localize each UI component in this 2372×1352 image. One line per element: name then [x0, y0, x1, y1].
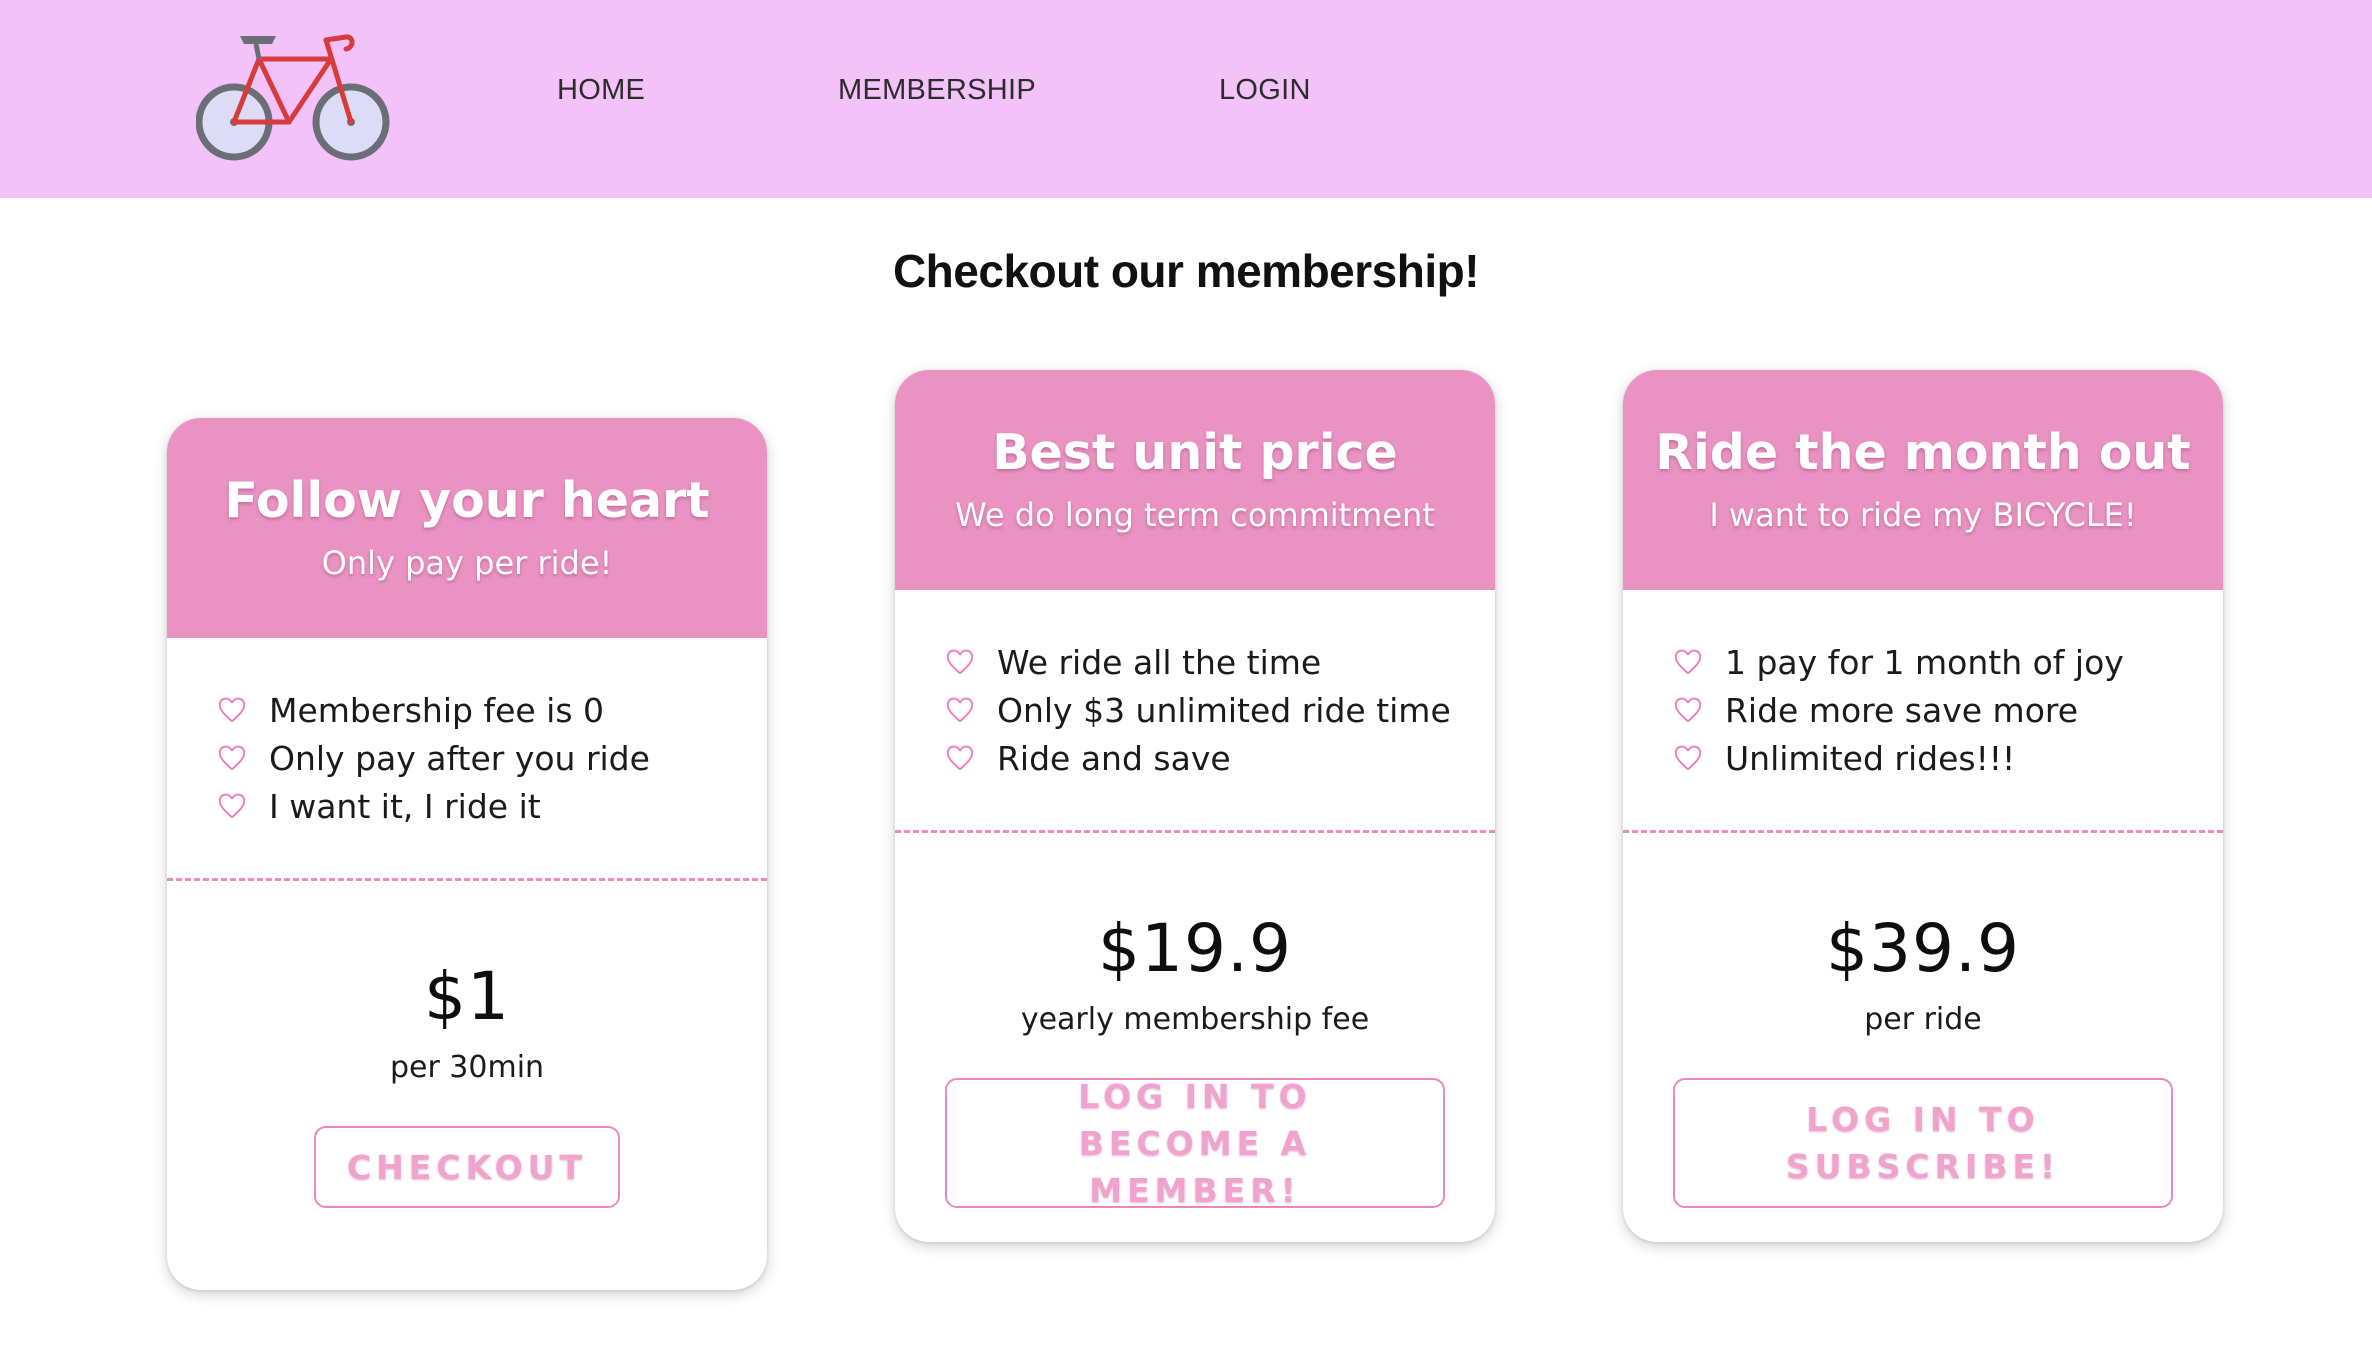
feature-text: Only pay after you ride [269, 738, 650, 778]
card-title: Ride the month out [1655, 424, 2191, 481]
price: $1 [424, 958, 510, 1035]
login-to-subscribe-button[interactable]: LOG IN TO SUBSCRIBE! [1673, 1078, 2173, 1208]
feature-list: 1 pay for 1 month of joy Ride more save … [1673, 638, 2124, 782]
card-header: Ride the month out I want to ride my BIC… [1623, 370, 2223, 590]
feature-text: I want it, I ride it [269, 786, 541, 826]
price: $19.9 [1098, 910, 1292, 987]
feature-text: Ride and save [997, 738, 1231, 778]
heart-outline-icon [946, 697, 974, 723]
heart-outline-icon [946, 649, 974, 675]
dashed-divider [167, 878, 767, 881]
card-subtitle: We do long term commitment [955, 496, 1435, 534]
feature-text: 1 pay for 1 month of joy [1725, 642, 2124, 682]
feature-item: 1 pay for 1 month of joy [1673, 638, 2124, 686]
price-unit: per ride [1864, 1002, 1982, 1037]
card-title: Best unit price [992, 424, 1398, 481]
feature-item: Only $3 unlimited ride time [945, 686, 1451, 734]
heart-outline-icon [1674, 649, 1702, 675]
price-unit: yearly membership fee [1020, 1002, 1370, 1037]
card-title: Follow your heart [224, 472, 710, 529]
feature-item: Ride and save [945, 734, 1451, 782]
feature-text: Unlimited rides!!! [1725, 738, 2016, 778]
membership-card-yearly: Best unit price We do long term commitme… [895, 370, 1495, 1242]
feature-item: We ride all the time [945, 638, 1451, 686]
price-unit: per 30min [389, 1050, 545, 1085]
card-header: Best unit price We do long term commitme… [895, 370, 1495, 590]
feature-item: Ride more save more [1673, 686, 2124, 734]
heart-outline-icon [1674, 745, 1702, 771]
nav-login-link[interactable]: LOGIN [1219, 74, 1311, 114]
navbar: HOME MEMBERSHIP LOGIN [0, 0, 2372, 198]
heart-outline-icon [946, 745, 974, 771]
card-header: Follow your heart Only pay per ride! [167, 418, 767, 638]
heart-outline-icon [1674, 697, 1702, 723]
card-subtitle: I want to ride my BICYCLE! [1709, 496, 2137, 534]
feature-item: I want it, I ride it [217, 782, 650, 830]
card-subtitle: Only pay per ride! [321, 544, 613, 582]
heart-outline-icon [218, 697, 246, 723]
feature-list: Membership fee is 0 Only pay after you r… [217, 686, 650, 830]
feature-text: Ride more save more [1725, 690, 2079, 730]
heart-outline-icon [218, 745, 246, 771]
price: $39.9 [1826, 910, 2020, 987]
feature-item: Membership fee is 0 [217, 686, 650, 734]
feature-text: We ride all the time [997, 642, 1322, 682]
bicycle-icon[interactable] [195, 26, 394, 168]
feature-text: Membership fee is 0 [269, 690, 605, 730]
page-title: Checkout our membership! [892, 245, 1480, 297]
heart-outline-icon [218, 793, 246, 819]
feature-item: Only pay after you ride [217, 734, 650, 782]
dashed-divider [1623, 830, 2223, 833]
login-to-become-member-button[interactable]: LOG IN TO BECOME A MEMBER! [945, 1077, 1445, 1210]
dashed-divider [895, 830, 1495, 833]
feature-item: Unlimited rides!!! [1673, 734, 2124, 782]
feature-list: We ride all the time Only $3 unlimited r… [945, 638, 1451, 782]
feature-text: Only $3 unlimited ride time [997, 690, 1451, 730]
checkout-button[interactable]: CHECKOUT [314, 1126, 620, 1208]
nav-home-link[interactable]: HOME [557, 74, 645, 114]
nav-membership-link[interactable]: MEMBERSHIP [838, 74, 1036, 114]
membership-card-monthly: Ride the month out I want to ride my BIC… [1623, 370, 2223, 1242]
membership-card-pay-per-ride: Follow your heart Only pay per ride! Mem… [167, 418, 767, 1290]
